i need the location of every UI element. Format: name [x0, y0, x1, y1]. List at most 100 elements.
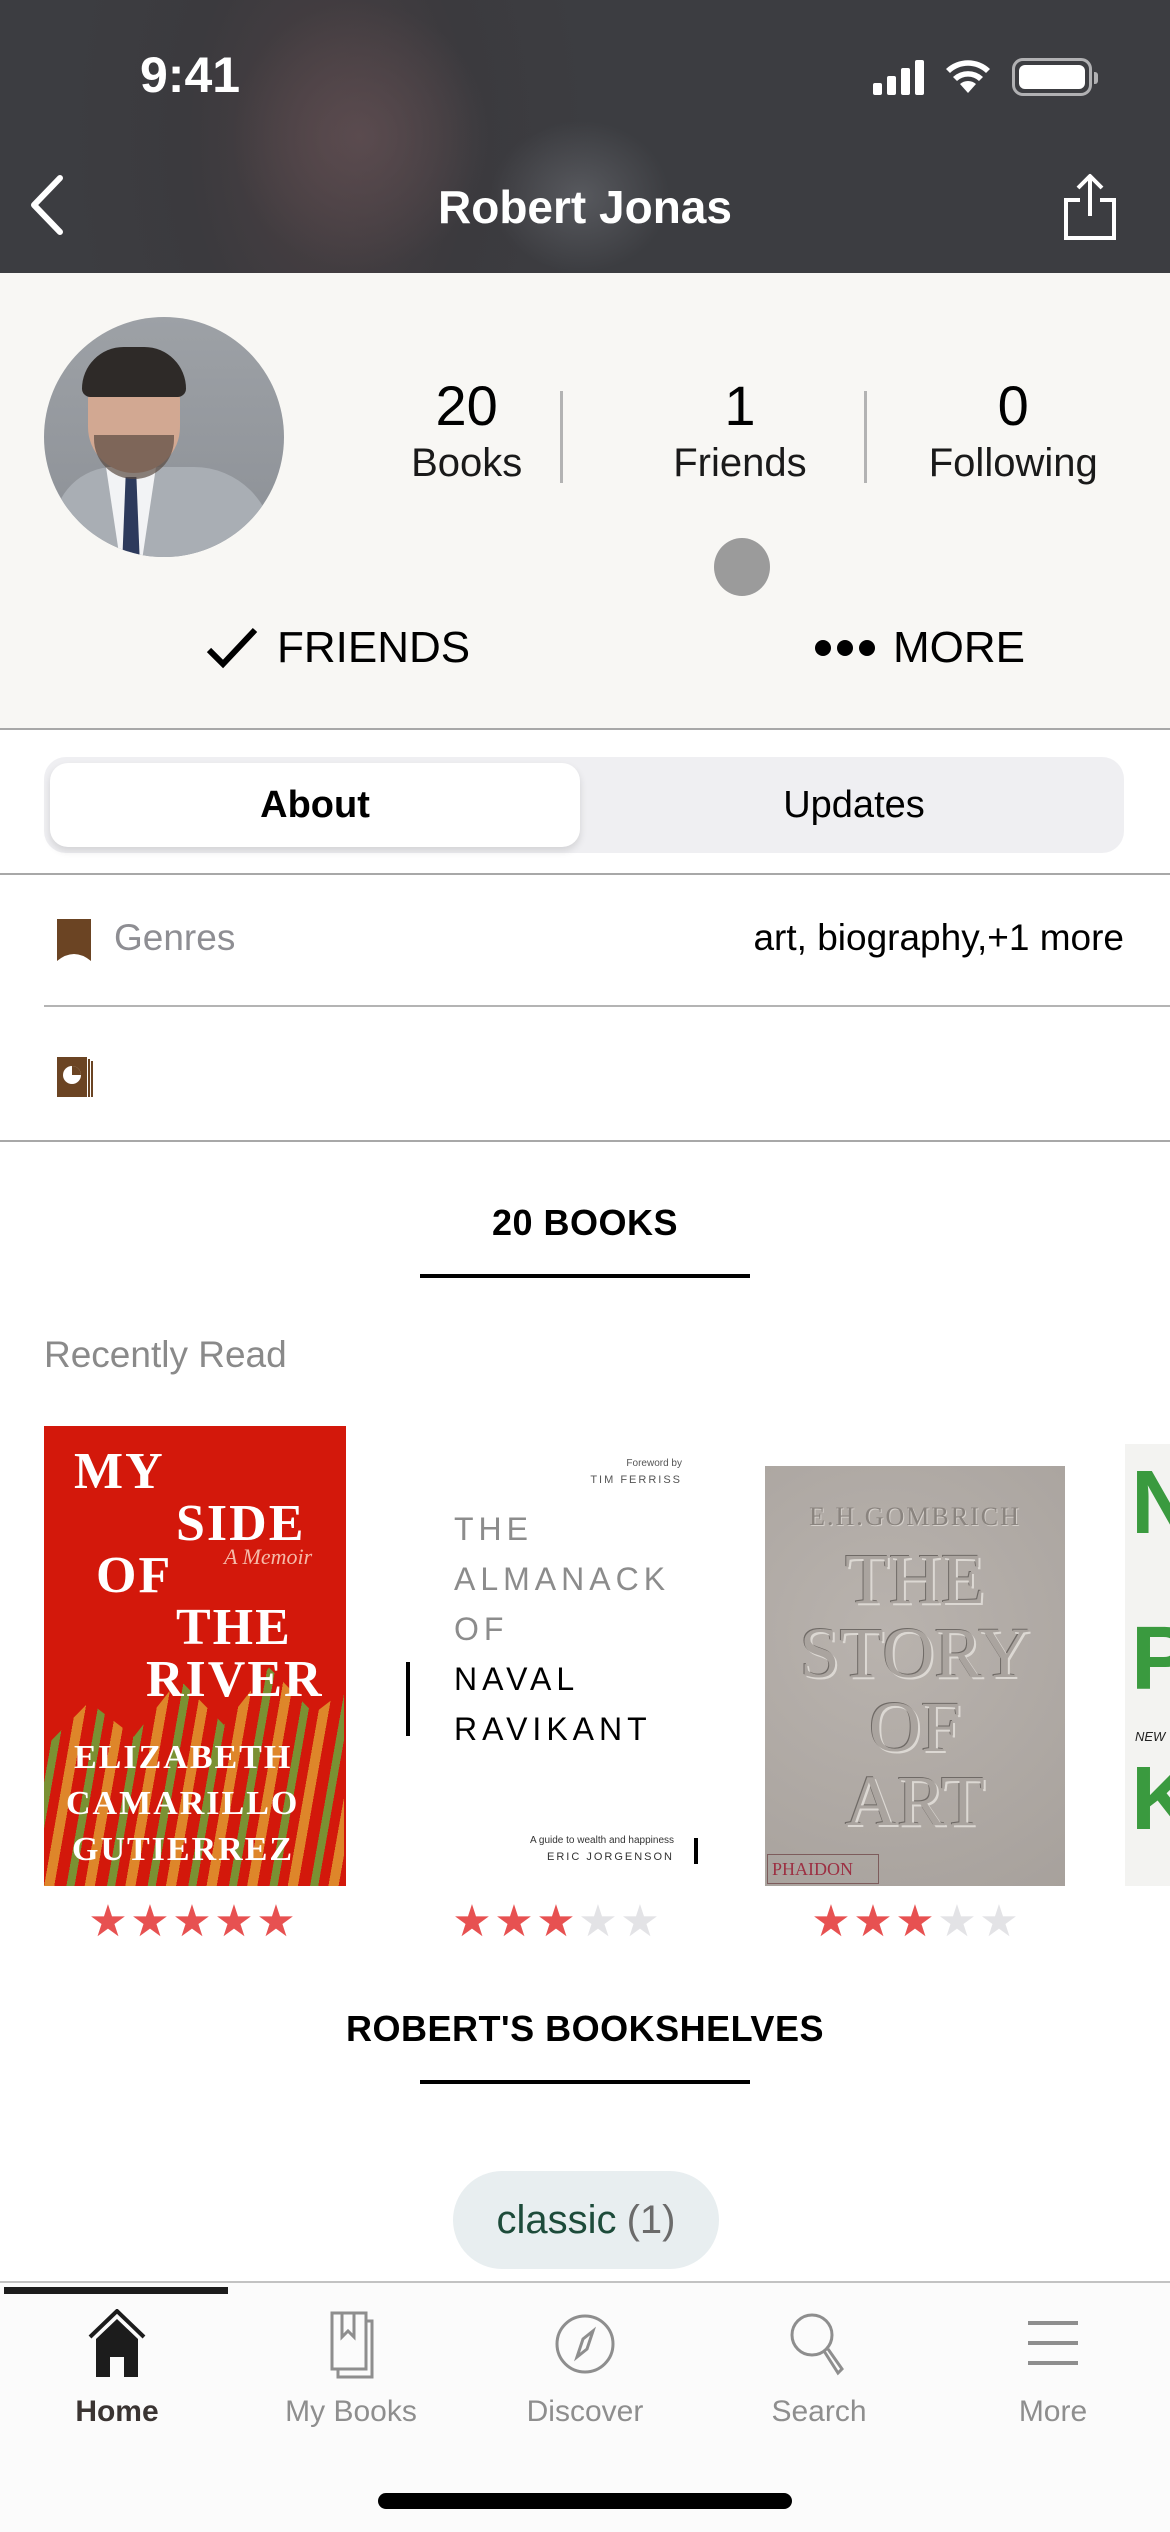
star-filled-icon: ★	[130, 1897, 170, 1941]
profile-segmented-control: About Updates	[44, 757, 1124, 853]
status-time: 9:41	[140, 47, 241, 103]
my-books-icon	[330, 2311, 374, 2379]
tab-label: More	[1018, 2395, 1088, 2428]
friends-button-label: FRIENDS	[277, 623, 471, 672]
stat-label: Following	[928, 441, 1098, 485]
page-title: Robert Jonas	[438, 181, 732, 233]
checkmark-icon	[206, 627, 258, 669]
section-underline	[420, 1274, 750, 1278]
star-filled-icon: ★	[88, 1897, 128, 1941]
stat-divider	[864, 391, 867, 483]
cover-title-line: NAVAL	[454, 1661, 580, 1697]
book-cover[interactable]: E.H.GOMBRICH THE STORY OF ART PHAIDON	[765, 1466, 1065, 1886]
home-indicator[interactable]	[378, 2493, 792, 2509]
tab-label: Search	[771, 2395, 867, 2428]
avatar[interactable]	[44, 317, 284, 557]
stat-label: Friends	[673, 441, 807, 485]
star-rating: ★ ★ ★ ★ ★	[811, 1897, 1019, 1941]
cover-letter: N	[1131, 1453, 1170, 1553]
star-rating: ★ ★ ★ ★ ★	[88, 1897, 296, 1941]
foreword-label: Foreword by	[626, 1458, 682, 1469]
recently-read-heading: Recently Read	[44, 1334, 287, 1375]
cover-accent-bar	[406, 1662, 410, 1736]
book-cover[interactable]: MY SIDE OF A Memoir THE RIVER ELIZABETH …	[44, 1426, 346, 1886]
star-filled-icon: ★	[172, 1897, 212, 1941]
star-empty-icon: ★	[937, 1897, 977, 1941]
genres-label: Genres	[114, 917, 236, 958]
cover-title-line: STORY	[799, 1613, 1031, 1693]
cover-title-line: THE	[845, 1539, 985, 1619]
stat-friends[interactable]: 1 Friends	[603, 373, 876, 487]
cover-foreword: Foreword by TIM FERRISS	[590, 1456, 682, 1488]
genres-row[interactable]: Genres art, biography,+1 more	[0, 875, 1170, 1005]
cover-accent-bar	[694, 1838, 698, 1864]
battery-icon	[1012, 58, 1098, 96]
cover-author-line: ELIZABETH	[74, 1739, 293, 1776]
tab-discover[interactable]: Discover	[468, 2309, 702, 2439]
divider	[0, 1140, 1170, 1142]
profile-header: 9:41 Robert Jonas	[0, 0, 1170, 273]
menu-icon	[1028, 2321, 1078, 2365]
stat-following[interactable]: 0 Following	[877, 373, 1150, 487]
star-filled-icon: ★	[853, 1897, 893, 1941]
cover-title-line: RIVER	[146, 1651, 324, 1708]
tab-label: My Books	[285, 2395, 417, 2428]
cover-caption: NEW	[1135, 1729, 1166, 1744]
star-filled-icon: ★	[452, 1897, 492, 1941]
share-button[interactable]	[1060, 172, 1120, 242]
tab-more[interactable]: More	[936, 2309, 1170, 2439]
cover-author: E.H.GOMBRICH	[809, 1502, 1021, 1531]
star-empty-icon: ★	[979, 1897, 1019, 1941]
reading-stats-row[interactable]	[0, 1007, 1170, 1137]
star-filled-icon: ★	[895, 1897, 935, 1941]
shelf-name: classic	[496, 2197, 617, 2242]
cover-title-line: OF	[868, 1687, 962, 1767]
more-button-label: MORE	[893, 623, 1025, 672]
search-icon	[790, 2313, 844, 2376]
compass-icon	[555, 2314, 615, 2374]
tab-about[interactable]: About	[50, 763, 580, 847]
tab-updates[interactable]: Updates	[589, 763, 1119, 847]
cellular-signal-icon	[873, 59, 924, 95]
cover-title-line: THE	[176, 1599, 292, 1656]
tab-my-books[interactable]: My Books	[234, 2309, 468, 2439]
cover-title-line: MY	[74, 1443, 165, 1500]
tagline-text: A guide to wealth and happiness	[530, 1835, 674, 1846]
tab-home[interactable]: Home	[0, 2309, 234, 2439]
stat-divider	[560, 391, 563, 483]
star-filled-icon: ★	[494, 1897, 534, 1941]
reading-stats-icon	[57, 1057, 93, 1097]
star-filled-icon: ★	[256, 1897, 296, 1941]
bookmark-icon	[57, 919, 91, 961]
cover-title-line: ALMANACK	[454, 1561, 671, 1597]
cover-letter: K	[1131, 1749, 1170, 1849]
star-rating: ★ ★ ★ ★ ★	[452, 1897, 660, 1941]
more-button[interactable]: MORE	[815, 613, 1025, 683]
cover-author-line: CAMARILLO	[66, 1785, 300, 1822]
books-section-title[interactable]: 20 BOOKS	[0, 1202, 1170, 1244]
cover-title-line: OF	[454, 1611, 509, 1647]
star-empty-icon: ★	[578, 1897, 618, 1941]
stat-value: 1	[724, 374, 756, 437]
cover-publisher: PHAIDON	[767, 1854, 879, 1884]
cover-author-line: GUTIERREZ	[72, 1831, 295, 1868]
wifi-icon	[946, 60, 990, 93]
shelf-chip[interactable]: classic (1)	[453, 2171, 719, 2269]
bookshelves-section-title[interactable]: ROBERT'S BOOKSHELVES	[0, 2008, 1170, 2050]
recently-read-carousel[interactable]: MY SIDE OF A Memoir THE RIVER ELIZABETH …	[0, 1420, 1170, 1940]
tab-label: Discover	[526, 2395, 644, 2428]
book-cover[interactable]: Foreword by TIM FERRISS THE ALMANACK OF …	[406, 1426, 702, 1886]
book-cover[interactable]: N P NEW K	[1125, 1444, 1170, 1886]
star-filled-icon: ★	[536, 1897, 576, 1941]
genres-value: art, biography,+1 more	[753, 917, 1124, 958]
tab-search[interactable]: Search	[702, 2309, 936, 2439]
star-filled-icon: ★	[811, 1897, 851, 1941]
home-icon	[88, 2309, 146, 2377]
stat-value: 0	[997, 374, 1029, 437]
cover-author: ERIC JORGENSON	[546, 1851, 674, 1863]
cover-subtitle: A Memoir	[224, 1544, 313, 1569]
status-icons	[873, 58, 1098, 96]
ellipsis-icon	[815, 640, 875, 656]
friends-button[interactable]: FRIENDS	[205, 613, 470, 683]
section-underline	[420, 2080, 750, 2084]
